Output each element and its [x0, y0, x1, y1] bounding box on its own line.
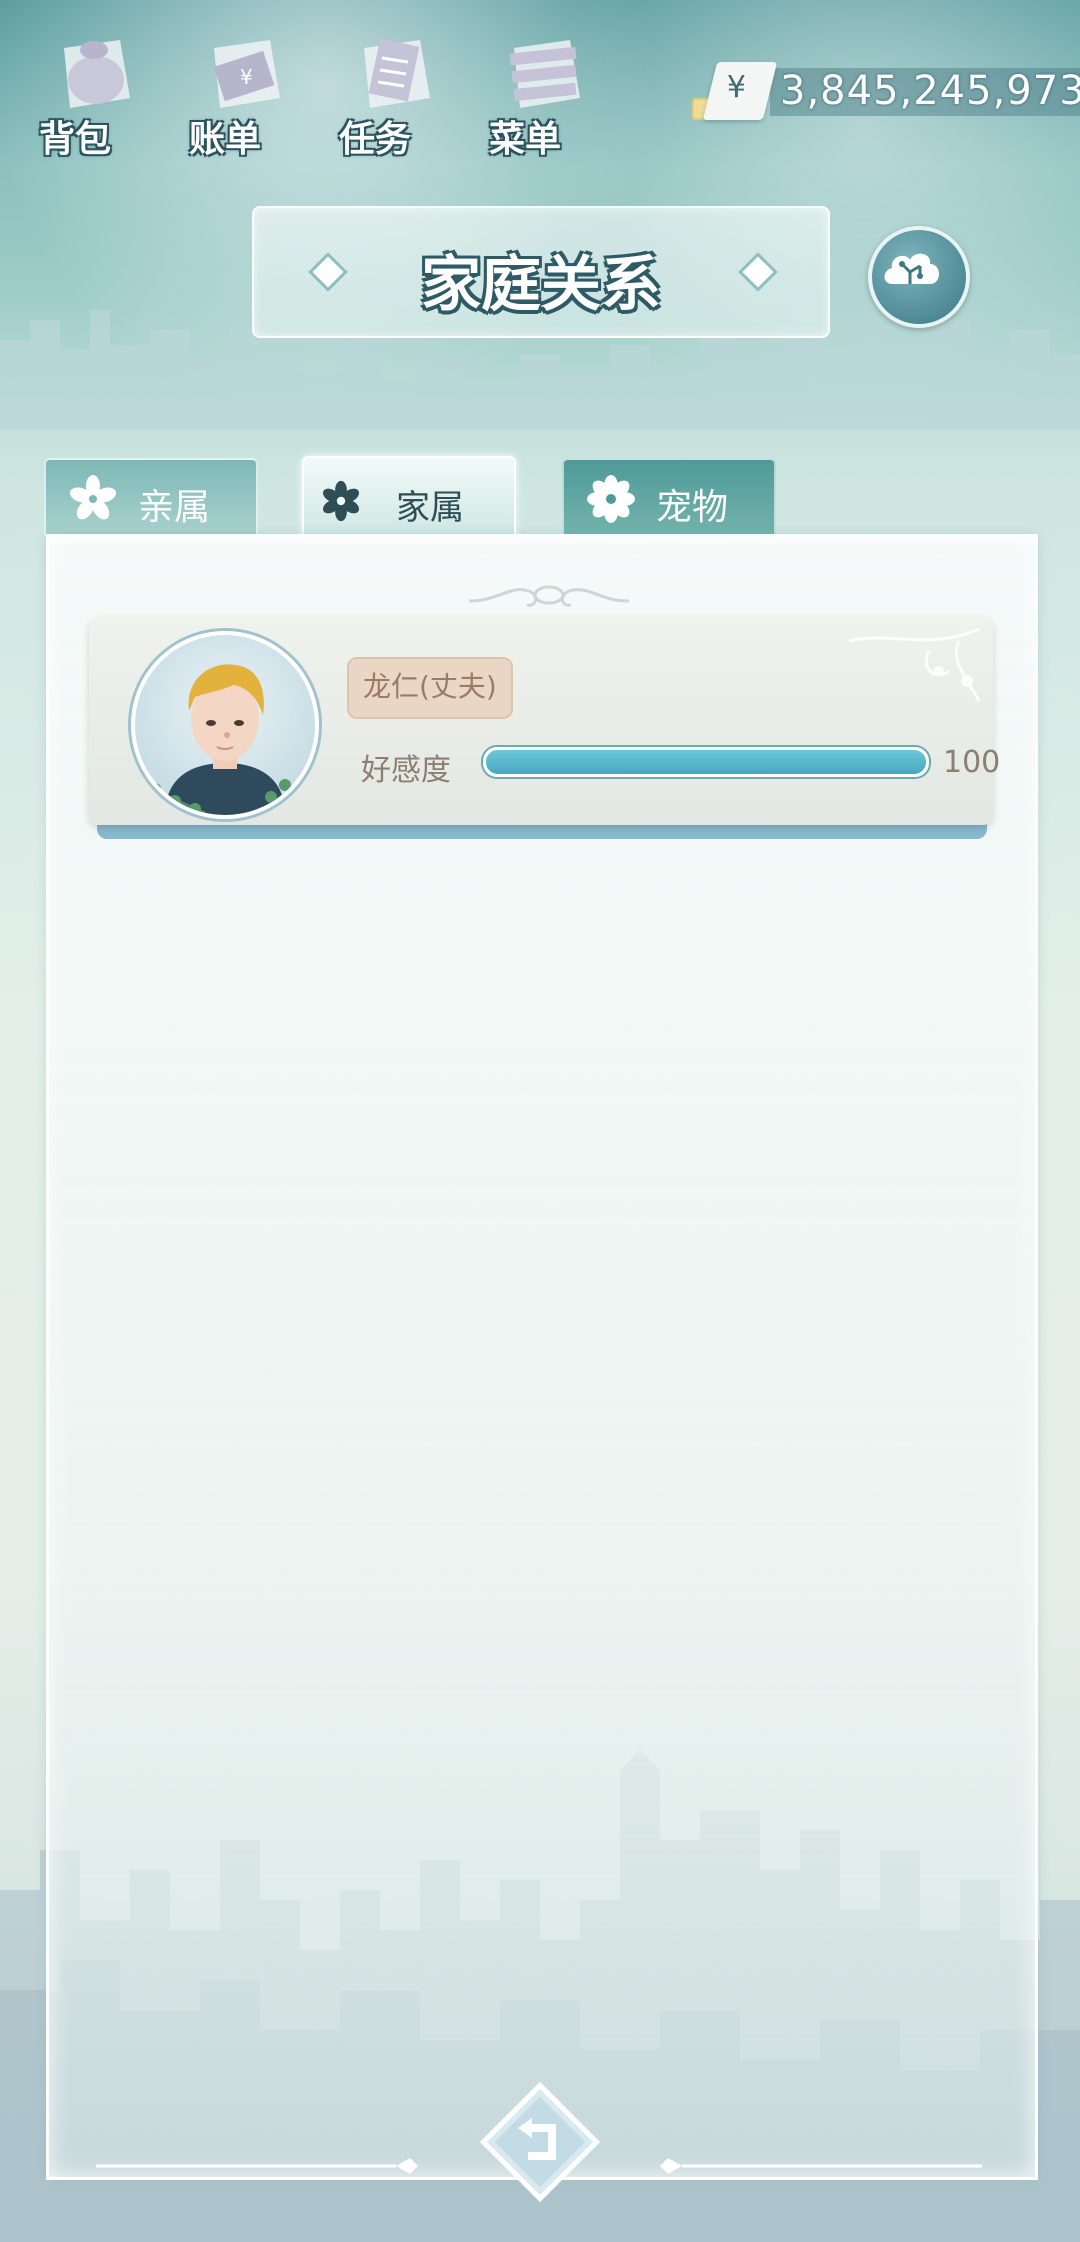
nav-backpack-label: 背包: [38, 119, 111, 160]
page-title: 家庭关系: [421, 250, 661, 320]
family-member-card[interactable]: 龙仁(丈夫) 好感度 100: [89, 617, 1000, 839]
tab-relatives-label: 亲属: [138, 487, 211, 528]
avatar: [131, 631, 319, 819]
flower-icon: [69, 475, 117, 520]
nav-task[interactable]: 任务: [320, 10, 460, 160]
back-button[interactable]: [478, 2080, 602, 2204]
currency-symbol: ¥: [726, 70, 746, 105]
top-nav: 背包 ¥ 账单 任务 菜单: [20, 10, 620, 160]
card-body: 龙仁(丈夫) 好感度 100: [89, 617, 1000, 825]
nav-menu[interactable]: 菜单: [470, 10, 610, 160]
bottom-ornament-left-icon: [96, 2158, 418, 2174]
tab-relatives[interactable]: 亲属: [44, 458, 258, 538]
svg-text:¥: ¥: [240, 65, 253, 89]
nav-bill[interactable]: ¥ 账单: [170, 10, 310, 160]
tab-pets-label: 宠物: [656, 487, 729, 528]
menu-icon: [509, 40, 580, 108]
tab-pets[interactable]: 宠物: [562, 458, 776, 538]
tab-family[interactable]: 家属: [302, 456, 516, 542]
nav-task-label: 任务: [338, 119, 411, 160]
affection-label: 好感度: [361, 753, 451, 788]
return-arrow-icon: [479, 2081, 601, 2203]
currency-amount: 3,845,245,973: [780, 68, 1080, 114]
nav-backpack[interactable]: 背包: [20, 10, 160, 160]
flourish-ornament-icon: [468, 585, 630, 607]
affection-value: 100: [943, 745, 1001, 780]
nav-bill-label: 账单: [188, 119, 261, 160]
flower-icon: [587, 475, 635, 523]
bill-icon: ¥: [213, 40, 280, 108]
family-list-panel: 龙仁(丈夫) 好感度 100: [46, 534, 1038, 2180]
task-icon: [364, 38, 430, 108]
family-tree-icon: [884, 253, 939, 284]
flower-icon: [323, 480, 359, 522]
currency-display: ¥ 3,845,245,973: [690, 62, 1080, 122]
page-title-panel: 家庭关系: [252, 206, 830, 338]
vine-flourish-icon: [848, 627, 981, 702]
husband-portrait: [144, 664, 291, 815]
backpack-icon: [64, 40, 130, 108]
affection-bar: [483, 747, 929, 777]
bottom-ornament-right-icon: [660, 2158, 982, 2174]
affection-bar-fill: [486, 750, 926, 774]
yen-icon: ¥: [702, 62, 778, 120]
family-tree-button[interactable]: [868, 226, 970, 328]
nav-menu-label: 菜单: [488, 119, 561, 160]
tab-family-label: 家属: [396, 488, 464, 528]
member-name-tag: 龙仁(丈夫): [347, 657, 513, 719]
